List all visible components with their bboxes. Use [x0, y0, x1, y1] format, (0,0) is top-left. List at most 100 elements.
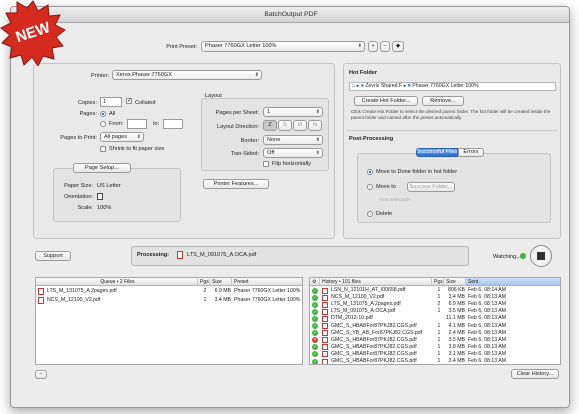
pages-from-input[interactable] [127, 119, 147, 129]
border-value: None [267, 137, 281, 143]
success-folder-button[interactable]: Success Folder... [407, 182, 455, 192]
preset-options-button[interactable]: ◆ [392, 41, 404, 52]
chevron-updown-icon: ⬍ [315, 137, 320, 143]
move-done-radio[interactable] [367, 169, 373, 175]
success-check-icon: ✓ [312, 294, 318, 301]
remove-hot-folder-button[interactable]: Remove... [422, 96, 464, 106]
queue-header-size[interactable]: Size [210, 278, 232, 286]
clear-history-button[interactable]: Clear History... [511, 369, 559, 379]
gear-icon: ⚙ [312, 279, 317, 285]
queue-header-pgs[interactable]: Pgs [198, 278, 210, 286]
file-name: LTS_M_131075_A 2pages.pdf [331, 301, 401, 308]
queue-header-preset[interactable]: Preset [232, 278, 302, 286]
history-header-name[interactable]: History • 101 files [320, 278, 432, 286]
table-row[interactable]: ✓ NCS_M_12100_V2.pdf 1 3.4 MB Feb 6, 08:13 A… [310, 294, 560, 301]
history-header-status[interactable]: ⚙ [310, 278, 320, 286]
success-check-icon: ✓ [312, 287, 318, 294]
two-sided-label: Two-Sided: [231, 151, 259, 157]
support-button[interactable]: Support [35, 251, 71, 261]
direction-z-button[interactable]: Z [263, 120, 277, 131]
history-header-sent[interactable]: Sent [466, 278, 560, 286]
file-size: 6.9 MB [448, 301, 465, 308]
table-row[interactable]: ✓ GMC_S_HBABFor87PKJ82.CGS.pdf 1 3.1 MB Feb … [310, 350, 560, 358]
pages-per-sheet-select[interactable]: 1 ⬍ [263, 107, 323, 117]
tab-successful-files[interactable]: Successful Files [416, 148, 458, 157]
file-sent: Feb 6, 08:14 AM [468, 287, 507, 293]
title-bar: BatchOutput PDF [11, 7, 569, 23]
window-title: BatchOutput PDF [264, 11, 318, 18]
table-row[interactable]: NCS_M_12100_V2.pdf 1 3.4 MB Phaser 7760GX L… [36, 296, 302, 305]
file-pages: 1 [437, 329, 441, 336]
remove-queue-item-button[interactable]: − [35, 370, 47, 379]
pages-to-input[interactable] [163, 119, 183, 129]
printer-features-button[interactable]: Printer Features... [203, 179, 269, 189]
file-sent: Feb 6, 08:13 AM [468, 336, 507, 343]
pdf-file-icon [322, 330, 328, 337]
tab-errors[interactable]: Errors [458, 148, 484, 157]
direction-s-button[interactable]: S [278, 120, 292, 131]
table-row[interactable]: ✓ DTM_2012-10.pdf 11.1 MB Feb 6, 08:13 AM [310, 315, 560, 322]
path-segment-2[interactable]: Phaser 7760GX Letter 100% [412, 83, 478, 89]
table-row[interactable]: ✓ LTS_M_091075_A.OCA.pdf 1 3.5 MB Feb 6, 08:… [310, 308, 560, 315]
pdf-file-icon [322, 301, 328, 308]
file-pages: 1 [437, 358, 441, 364]
file-size: 4.1 MB [448, 322, 465, 329]
pages-to-label: to: [153, 121, 160, 127]
delete-radio[interactable] [367, 211, 373, 217]
table-row[interactable]: ✓ LSN_N_12101H_AT_I00658.pdf 1 806 KB Feb 6,… [310, 287, 560, 294]
shrink-label: Shrink to fit paper size [109, 146, 165, 152]
pages-all-radio[interactable] [100, 111, 106, 117]
file-pages: 1 [437, 350, 441, 357]
border-select[interactable]: None ⬍ [263, 135, 323, 145]
file-name: NCS_M_12100_V2.pdf [331, 294, 385, 301]
file-size: 3.4 MB [448, 294, 465, 301]
table-row[interactable]: ✓ GMC_S_HBABFor87PKJ82.CGS.pdf 1 4.1 MB Feb … [310, 322, 560, 330]
pages-label: Pages: [79, 111, 97, 117]
path-segment-1[interactable]: Zevrix Shared F [365, 83, 402, 89]
print-preset-select[interactable]: Phaser 7760GX Letter 100% ⬍ [201, 41, 365, 52]
table-row[interactable]: LTS_M_131075_A 2pages.pdf 2 6.9 MB Phaser 7… [36, 287, 302, 296]
flip-checkbox[interactable] [263, 161, 269, 167]
direction-n-button[interactable]: N [308, 120, 322, 131]
stop-button[interactable] [530, 245, 552, 267]
direction-reverse-n-button[interactable]: И [293, 120, 307, 131]
table-row[interactable]: ✓ GMC_S_HBABFor87PKJ82.CGS.pdf 1 3.8 MB Feb … [310, 344, 560, 351]
pages-all-label: All [109, 111, 116, 117]
file-size: 806 KB [447, 287, 465, 293]
not-selected-text: <not selected> [379, 198, 411, 203]
table-row[interactable]: ✓ GMC_S_YB_AB_For87PKJ82.CGS.pdf 1 2.4 MB Fe… [310, 329, 560, 337]
file-pages: 1 [437, 336, 441, 343]
page-setup-button[interactable]: Page Setup... [73, 163, 131, 173]
table-row[interactable]: ✕ GMC_S_HBABFor87PKJ82.CGS.pdf 1 3.5 MB Feb … [310, 336, 560, 344]
printer-value: Xerox Phaser 7760GX [116, 72, 172, 78]
queue-header-name[interactable]: Queue • 2 Files [36, 278, 198, 286]
file-size: 3.5 MB [448, 336, 465, 343]
success-check-icon: ✓ [312, 358, 318, 364]
copies-input[interactable]: 1 [100, 97, 122, 107]
two-sided-select[interactable]: Off ⬍ [263, 148, 323, 158]
shrink-checkbox[interactable] [100, 146, 106, 152]
create-hot-folder-button[interactable]: Create Hot Folder... [354, 96, 418, 106]
success-check-icon: ✓ [312, 351, 318, 358]
add-preset-button[interactable]: + [368, 41, 378, 52]
home-icon: ⌂ [352, 83, 356, 89]
move-to-radio[interactable] [367, 184, 373, 190]
pages-from-radio[interactable] [100, 121, 106, 127]
history-header-pgs[interactable]: Pgs [432, 278, 444, 286]
file-size: 3.4 MB [214, 296, 231, 303]
pdf-file-icon [177, 251, 183, 259]
pages-to-print-value: All pages [104, 134, 128, 140]
success-check-icon: ✓ [312, 301, 318, 308]
pages-to-print-select[interactable]: All pages ⬍ [100, 132, 144, 142]
remove-preset-button[interactable]: − [380, 41, 390, 52]
post-processing-title: Post-Processing [349, 136, 394, 142]
history-header-size[interactable]: Size [444, 278, 466, 286]
pages-per-sheet-label: Pages per Sheet: [215, 110, 259, 116]
file-pages: 2 [203, 288, 207, 294]
file-sent: Feb 6, 08:13 AM [468, 358, 507, 364]
printer-select[interactable]: Xerox Phaser 7760GX ⬍ [112, 70, 262, 80]
folder-icon: ■ [407, 83, 411, 89]
collated-checkbox[interactable] [126, 97, 132, 104]
table-row[interactable]: ✓ GMC_S_HBABFor87PKJ82.CGS.pdf 1 3.4 MB Feb … [310, 358, 560, 364]
table-row[interactable]: ✓ LTS_M_131075_A 2pages.pdf 2 6.9 MB Feb 6, … [310, 301, 560, 308]
